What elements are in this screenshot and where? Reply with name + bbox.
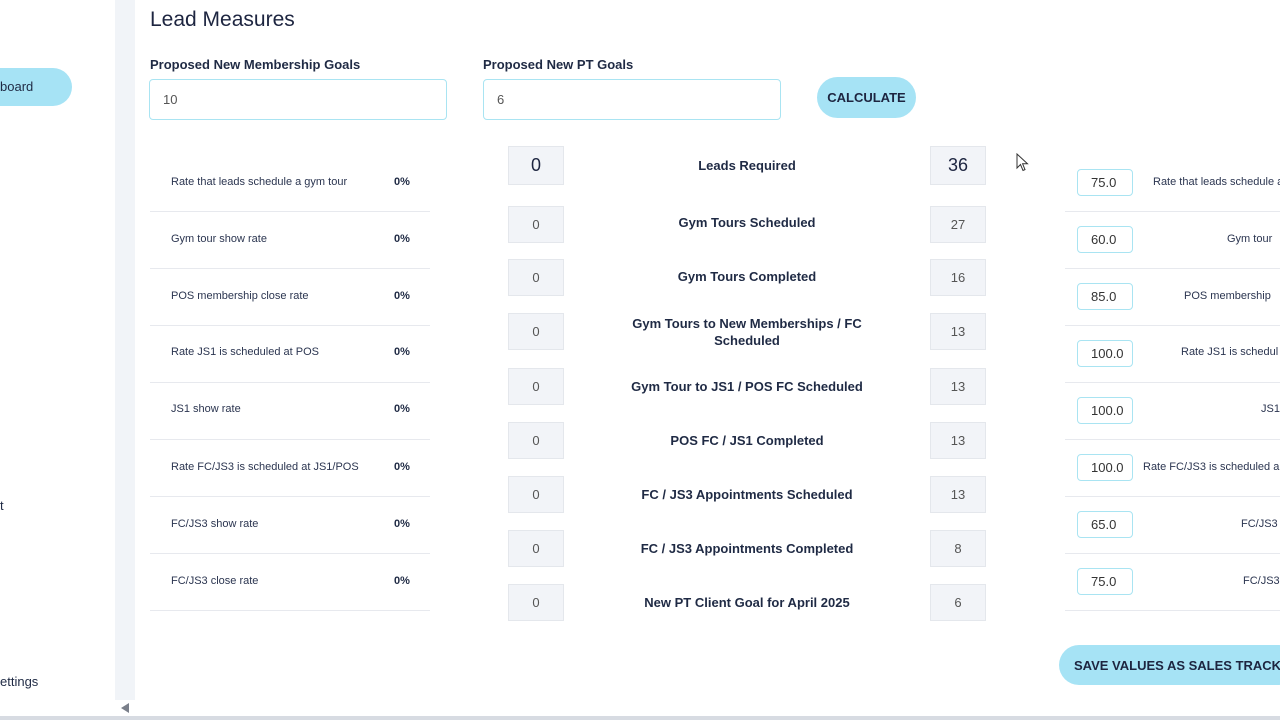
rate-label: FC/JS3 show rate [171, 518, 259, 530]
list-item: JS1 show rate 0% [150, 382, 430, 440]
list-item: 75.0 Rate that leads schedule a [1065, 154, 1280, 212]
rate-label: Rate that leads schedule a [1153, 176, 1280, 188]
rate-value: 0% [394, 290, 410, 302]
rate-label: POS membership close rate [171, 290, 309, 302]
target-value: 13 [930, 476, 986, 513]
rate-label: JS1 show rate [171, 403, 241, 415]
membership-goal-input[interactable]: 10 [149, 79, 447, 120]
list-item: Rate JS1 is scheduled at POS 0% [150, 325, 430, 383]
rate-label: Gym tour show rate [171, 233, 267, 245]
metric-label: Leads Required [698, 158, 796, 173]
list-item: 100.0 Rate FC/JS3 is scheduled a [1065, 439, 1280, 497]
target-value: 27 [930, 206, 986, 243]
rate-label: FC/JS3 [1243, 575, 1280, 587]
rate-label: JS1 [1261, 403, 1280, 415]
rate-value: 0% [394, 403, 410, 415]
actual-value: 0 [508, 313, 564, 350]
rate-input[interactable]: 75.0 [1077, 169, 1133, 196]
page-title: Lead Measures [150, 8, 295, 31]
metric-label: Gym Tour to JS1 / POS FC Scheduled [631, 379, 863, 394]
actual-value: 0 [508, 368, 564, 405]
actual-value: 0 [508, 206, 564, 243]
metric-label: FC / JS3 Appointments Scheduled [641, 487, 853, 502]
rate-value: 0% [394, 575, 410, 587]
rate-input[interactable]: 100.0 [1077, 397, 1133, 424]
actual-value: 0 [508, 422, 564, 459]
rate-value: 0% [394, 176, 410, 188]
list-item: 100.0 Rate JS1 is schedul [1065, 325, 1280, 383]
list-item: 75.0 FC/JS3 [1065, 553, 1280, 611]
pt-goal-input[interactable]: 6 [483, 79, 781, 120]
membership-goal-label: Proposed New Membership Goals [150, 57, 361, 72]
rate-label: Rate that leads schedule a gym tour [171, 176, 348, 188]
metric-label: POS FC / JS1 Completed [670, 433, 824, 448]
save-sales-tracker-button[interactable]: SAVE VALUES AS SALES TRACKER [1059, 645, 1280, 685]
list-item: 85.0 POS membership [1065, 268, 1280, 326]
rate-label: Rate JS1 is scheduled at POS [171, 346, 319, 358]
rate-label: Gym tour [1227, 233, 1273, 245]
list-item: FC/JS3 close rate 0% [150, 553, 430, 611]
actual-value: 0 [508, 530, 564, 567]
sidebar-item-dashboard[interactable]: board [0, 68, 72, 106]
list-item: 65.0 FC/JS3 [1065, 496, 1280, 554]
bottom-edge [0, 716, 1280, 720]
calculate-button[interactable]: CALCULATE [817, 77, 916, 118]
target-value: 13 [930, 313, 986, 350]
target-value: 16 [930, 259, 986, 296]
rate-value: 0% [394, 461, 410, 473]
sidebar-item-settings[interactable]: ettings [0, 674, 38, 689]
horizontal-scrollbar[interactable] [0, 700, 1280, 716]
rate-input[interactable]: 75.0 [1077, 568, 1133, 595]
mouse-cursor-icon [1016, 153, 1029, 172]
actual-value: 0 [508, 584, 564, 621]
actual-value: 0 [508, 476, 564, 513]
target-value: 36 [930, 146, 986, 185]
list-item: Rate that leads schedule a gym tour 0% [150, 154, 430, 212]
rate-label: POS membership [1184, 290, 1271, 302]
rate-label: Rate FC/JS3 is scheduled a [1143, 461, 1280, 473]
rate-label: FC/JS3 close rate [171, 575, 259, 587]
list-item: FC/JS3 show rate 0% [150, 496, 430, 554]
metric-label: Gym Tours Completed [677, 269, 817, 284]
sidebar-item-label: board [0, 79, 34, 94]
sidebar-item-partial[interactable]: t [0, 498, 4, 513]
list-item: 100.0 JS1 [1065, 382, 1280, 440]
target-value: 13 [930, 368, 986, 405]
pt-goal-label: Proposed New PT Goals [483, 57, 634, 72]
metric-label: FC / JS3 Appointments Completed [640, 541, 854, 556]
metric-label: Gym Tours Scheduled [678, 215, 816, 230]
rate-input[interactable]: 60.0 [1077, 226, 1133, 253]
rate-input[interactable]: 65.0 [1077, 511, 1133, 538]
rate-value: 0% [394, 518, 410, 530]
list-item: Rate FC/JS3 is scheduled at JS1/POS 0% [150, 439, 430, 497]
rate-input[interactable]: 100.0 [1077, 340, 1133, 367]
list-item: 60.0 Gym tour [1065, 211, 1280, 269]
rate-input[interactable]: 100.0 [1077, 454, 1133, 481]
target-value: 13 [930, 422, 986, 459]
target-value: 6 [930, 584, 986, 621]
sidebar: board t ettings [0, 0, 115, 716]
metric-label: New PT Client Goal for April 2025 [644, 595, 850, 610]
rate-value: 0% [394, 233, 410, 245]
scroll-left-arrow-icon[interactable] [121, 703, 129, 713]
metric-label: Gym Tours to New Memberships / FC Schedu… [632, 316, 862, 348]
rate-label: Rate JS1 is schedul [1181, 346, 1279, 358]
rate-input[interactable]: 85.0 [1077, 283, 1133, 310]
rate-label: FC/JS3 [1241, 518, 1278, 530]
list-item: POS membership close rate 0% [150, 268, 430, 326]
sidebar-divider [115, 0, 135, 716]
target-value: 8 [930, 530, 986, 567]
rate-label: Rate FC/JS3 is scheduled at JS1/POS [171, 461, 359, 473]
actual-value: 0 [508, 146, 564, 185]
rate-value: 0% [394, 346, 410, 358]
actual-value: 0 [508, 259, 564, 296]
list-item: Gym tour show rate 0% [150, 211, 430, 269]
